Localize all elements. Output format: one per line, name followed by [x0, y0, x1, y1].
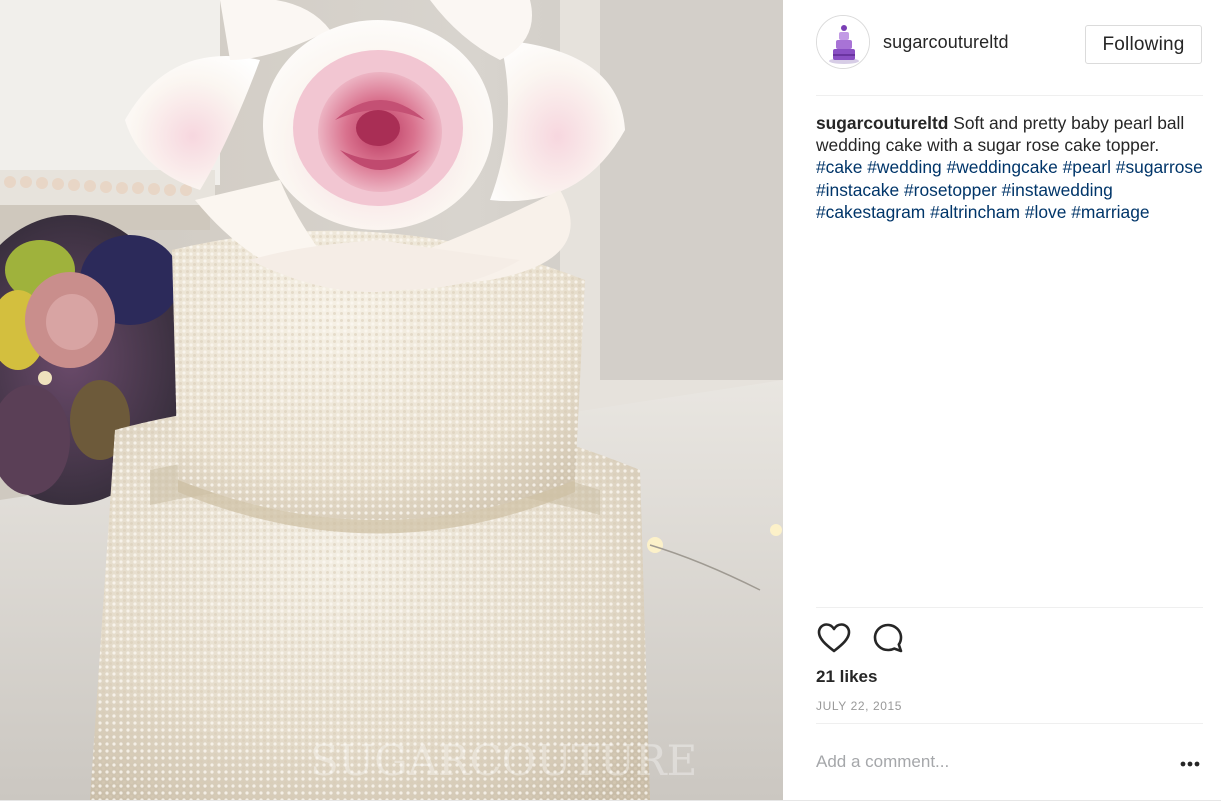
- post-actions: [816, 620, 1016, 656]
- following-button[interactable]: Following: [1085, 25, 1202, 64]
- post-caption: sugarcoutureltd Soft and pretty baby pea…: [816, 112, 1208, 223]
- watermark-text: SUGARCOUTURE: [310, 736, 697, 785]
- likes-count[interactable]: 21 likes: [816, 667, 877, 687]
- comment-input[interactable]: [816, 748, 1156, 776]
- comment-button[interactable]: [870, 620, 906, 656]
- hashtag-link[interactable]: #wedding: [867, 157, 941, 177]
- speech-bubble-icon: [873, 623, 903, 653]
- post-date[interactable]: JULY 22, 2015: [816, 699, 902, 713]
- post-container: SUGARCOUTURE sugarcoutureltd Following s…: [0, 0, 1221, 801]
- post-image[interactable]: SUGARCOUTURE: [0, 0, 783, 800]
- actions-divider: [816, 607, 1203, 608]
- hashtag-link[interactable]: #instawedding: [1002, 180, 1113, 200]
- header-divider: [816, 95, 1203, 96]
- hashtag-link[interactable]: #altrincham: [930, 202, 1020, 222]
- hashtag-link[interactable]: #pearl: [1063, 157, 1111, 177]
- hashtag-link[interactable]: #weddingcake: [947, 157, 1058, 177]
- hashtag-link[interactable]: #cake: [816, 157, 862, 177]
- cake-photo: SUGARCOUTURE: [0, 0, 783, 800]
- avatar[interactable]: [816, 15, 870, 69]
- post-sidebar: sugarcoutureltd Following sugarcouturelt…: [783, 0, 1221, 800]
- tiered-cake-logo-icon: [817, 16, 869, 68]
- heart-outline-icon: [817, 623, 851, 653]
- comment-divider: [816, 723, 1203, 724]
- hashtag-link[interactable]: #cakestagram: [816, 202, 925, 222]
- hashtag-link[interactable]: #love: [1025, 202, 1067, 222]
- hashtag-link[interactable]: #marriage: [1071, 202, 1149, 222]
- hashtag-link[interactable]: #instacake: [816, 180, 899, 200]
- hashtag-link[interactable]: #sugarrose: [1116, 157, 1203, 177]
- post-header: sugarcoutureltd Following: [816, 15, 1203, 71]
- hashtag-link[interactable]: #rosetopper: [904, 180, 997, 200]
- caption-username[interactable]: sugarcoutureltd: [816, 113, 948, 133]
- ellipsis-icon: [1180, 761, 1200, 767]
- more-options-button[interactable]: [1176, 752, 1204, 776]
- author-username[interactable]: sugarcoutureltd: [883, 32, 1009, 53]
- like-button[interactable]: [816, 620, 852, 656]
